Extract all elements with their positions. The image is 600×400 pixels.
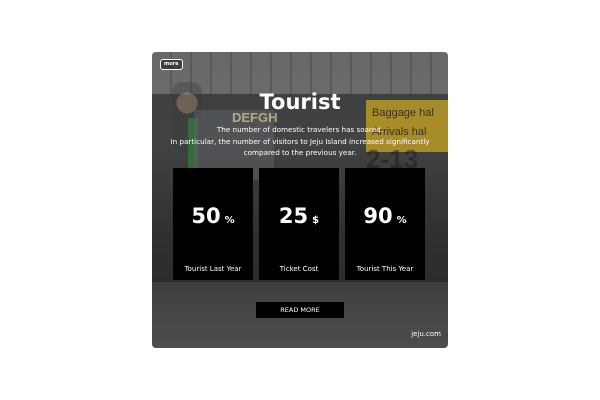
read-more-button[interactable]: READ MORE <box>256 302 344 318</box>
stat-number: 50 <box>191 204 221 228</box>
subtitle-line-3: compared to the previous year. <box>243 148 357 157</box>
stat-ticket-cost: 25 $ Ticket Cost <box>259 168 339 280</box>
stat-tourist-this-year: 90% Tourist This Year <box>345 168 425 280</box>
site-link[interactable]: jeju.com <box>411 330 441 339</box>
stat-number: 25 <box>278 204 309 228</box>
subtitle-line-2: In particular, the number of visitors to… <box>170 136 430 146</box>
stat-number: 90 <box>363 204 393 228</box>
stat-value: 90% <box>345 204 425 228</box>
subtitle-line-1: The number of domestic travelers has soa… <box>216 125 384 134</box>
logo-badge[interactable]: more <box>160 59 183 70</box>
stat-unit: $ <box>312 215 320 226</box>
stat-unit: % <box>224 215 235 226</box>
page-title: Tourist <box>259 90 341 114</box>
stat-label: Tourist Last Year <box>184 265 242 273</box>
subtitle: The number of domestic travelers has soa… <box>168 124 432 159</box>
stat-unit: % <box>396 215 407 226</box>
hero-card: DEFGH Baggage hal Arrivals hal 2-13 more… <box>152 52 448 348</box>
stat-tourist-last-year: 50% Tourist Last Year <box>173 168 253 280</box>
stat-label: Tourist This Year <box>356 265 414 273</box>
stat-value: 50% <box>173 204 253 228</box>
stat-label: Ticket Cost <box>279 265 319 273</box>
stat-value: 25 $ <box>259 204 339 228</box>
